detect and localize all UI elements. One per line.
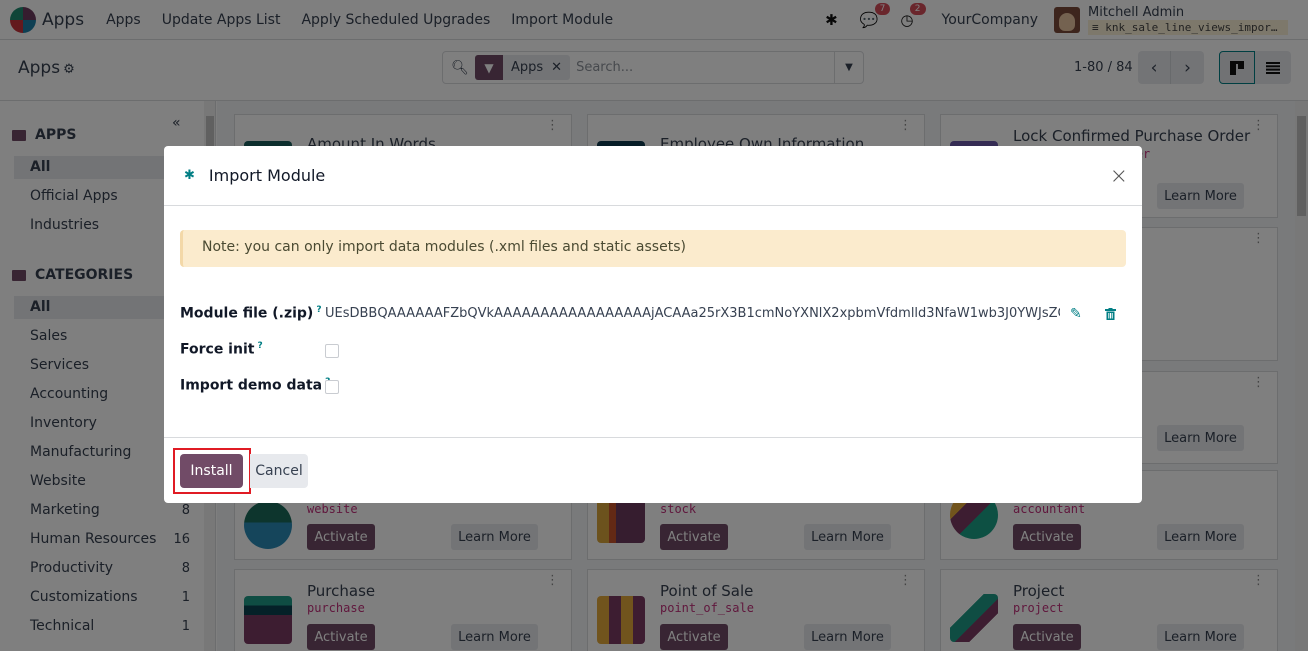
help-icon[interactable]: ? [257, 341, 262, 351]
module-file-label: Module file (.zip)? [180, 305, 322, 322]
close-icon[interactable]: × [1110, 164, 1128, 189]
force-init-label-text: Force init [180, 341, 255, 358]
force-init-label: Force init? [180, 341, 263, 358]
module-file-label-text: Module file (.zip) [180, 305, 314, 322]
module-file-field[interactable]: UEsDBBQAAAAAAFZbQVkAAAAAAAAAAAAAAAAAjACA… [325, 306, 1060, 321]
cancel-button[interactable]: Cancel [250, 454, 308, 488]
note-alert: Note: you can only import data modules (… [180, 230, 1126, 267]
import-demo-data-checkbox[interactable] [325, 380, 339, 394]
import-module-dialog: ✱ Import Module × Note: you can only imp… [164, 146, 1142, 503]
install-button[interactable]: Install [180, 454, 243, 488]
import-demo-data-label: Import demo data? [180, 377, 330, 394]
trash-icon[interactable] [1105, 308, 1116, 320]
force-init-checkbox[interactable] [325, 344, 339, 358]
pencil-edit-icon[interactable]: ✎ [1070, 306, 1082, 322]
import-demo-label-text: Import demo data [180, 377, 323, 394]
dialog-header: ✱ Import Module [164, 146, 1142, 206]
dialog-footer: Install Cancel [164, 437, 1142, 503]
bug-icon: ✱ [184, 168, 195, 183]
dialog-title: Import Module [208, 166, 326, 185]
help-icon[interactable]: ? [316, 305, 321, 315]
